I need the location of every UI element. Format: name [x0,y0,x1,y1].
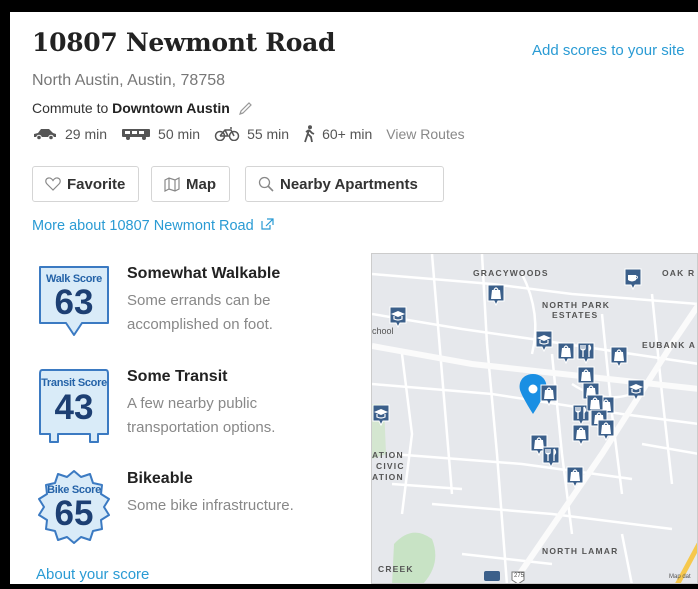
map-poi-school-icon[interactable] [627,379,645,402]
search-icon [258,176,274,192]
map-label-estates: ESTATES [552,310,599,320]
bus-time: 50 min [158,126,201,142]
route-walk: 60+ min [303,125,372,143]
nearby-apartments-button[interactable]: Nearby Apartments [245,166,444,202]
map-label-civic: CIVIC [376,461,405,471]
favorite-label: Favorite [67,175,126,193]
walk-time: 60+ min [322,126,373,142]
map-button[interactable]: Map [151,166,230,202]
map-poi-bag-icon[interactable] [540,384,558,407]
nearby-label: Nearby Apartments [280,175,418,193]
bike-score-badge[interactable]: Bike Score 65 [36,468,112,548]
commute-prefix: Commute to [32,100,109,116]
map-poi-bag-icon[interactable] [572,424,590,447]
map-poi-bag-icon[interactable] [557,342,575,365]
map-label-north-lamar: NORTH LAMAR [542,546,619,556]
bike-score-desc: Some bike infrastructure. [127,497,294,514]
route-car: 29 min [32,126,107,142]
bottom-border [0,584,698,589]
about-score-link[interactable]: About your score [36,566,149,583]
bike-time: 55 min [247,126,290,142]
map-attribution: Map dat [669,574,691,580]
map-poi-bag-icon[interactable] [597,419,615,442]
add-scores-link[interactable]: Add scores to your site [532,42,685,59]
map-poi-school-icon[interactable] [372,404,390,427]
map-poi-bag-icon[interactable] [487,284,505,307]
edit-pencil-icon[interactable] [237,102,255,116]
map-poi-school-icon[interactable] [389,306,407,329]
address-subtitle: North Austin, Austin, 78758 [32,72,226,89]
walk-score-desc: Some errands can be accomplished on foot… [127,292,273,333]
external-link-icon [261,218,274,230]
more-about-text: More about 10807 Newmont Road [32,218,254,234]
transit-score-desc: A few nearby public transportation optio… [127,395,276,436]
map-poi-bag-icon[interactable] [566,466,584,489]
bike-score-title: Bikeable [127,470,193,487]
transit-score-title: Some Transit [127,368,228,385]
walk-score-badge[interactable]: Walk Score 63 [36,263,112,343]
map-label-creek: CREEK [378,564,414,574]
car-time: 29 min [65,126,108,142]
map-label-ation-1: ATION [372,450,404,460]
map-label-north-park: NORTH PARK [542,300,611,310]
commute-destination: Downtown Austin [112,100,230,116]
map-road-shield: 275 [513,573,524,579]
page-title: 10807 Newmont Road [32,28,336,57]
map-label-ation-2: ATION [372,472,404,482]
car-icon [34,129,56,140]
commute-line: Commute to Downtown Austin [32,100,255,116]
map-poi-bag-icon[interactable] [610,346,628,369]
map-label-oak: OAK R [662,268,696,278]
walkscore-panel: 10807 Newmont Road Add scores to your si… [10,12,698,584]
map-poi-coffee-icon[interactable] [624,268,642,291]
heart-icon [45,177,61,191]
map-poi-school-icon[interactable] [535,330,553,353]
map-label: Map [186,175,216,193]
map-label-gracywoods: GRACYWOODS [473,268,549,278]
favorite-button[interactable]: Favorite [32,166,139,202]
map-label-eubank: EUBANK A [642,340,697,350]
route-bike: 55 min [214,126,289,142]
map-icon [164,176,180,192]
walk-score-value: 63 [54,283,94,322]
transit-score-value: 43 [54,388,94,427]
walk-score-title: Somewhat Walkable [127,265,281,282]
map-poi-fork-icon[interactable] [577,342,595,365]
neighborhood-map[interactable]: GRACYWOODS OAK R NORTH PARK ESTATES EUBA… [371,253,698,584]
walk-icon [304,125,315,143]
more-about-link[interactable]: More about 10807 Newmont Road [32,218,274,234]
view-routes-link[interactable]: View Routes [386,126,464,142]
bike-icon [214,127,240,141]
map-roads [372,254,697,583]
map-poi-fork-icon[interactable] [542,446,560,469]
route-bus: 50 min [121,126,200,142]
transit-score-badge[interactable]: Transit Score 43 [36,366,112,448]
bus-icon [122,129,151,140]
bike-score-value: 65 [54,494,94,533]
commute-routes: 29 min 50 min 55 min 60+ min View Routes [32,125,465,143]
